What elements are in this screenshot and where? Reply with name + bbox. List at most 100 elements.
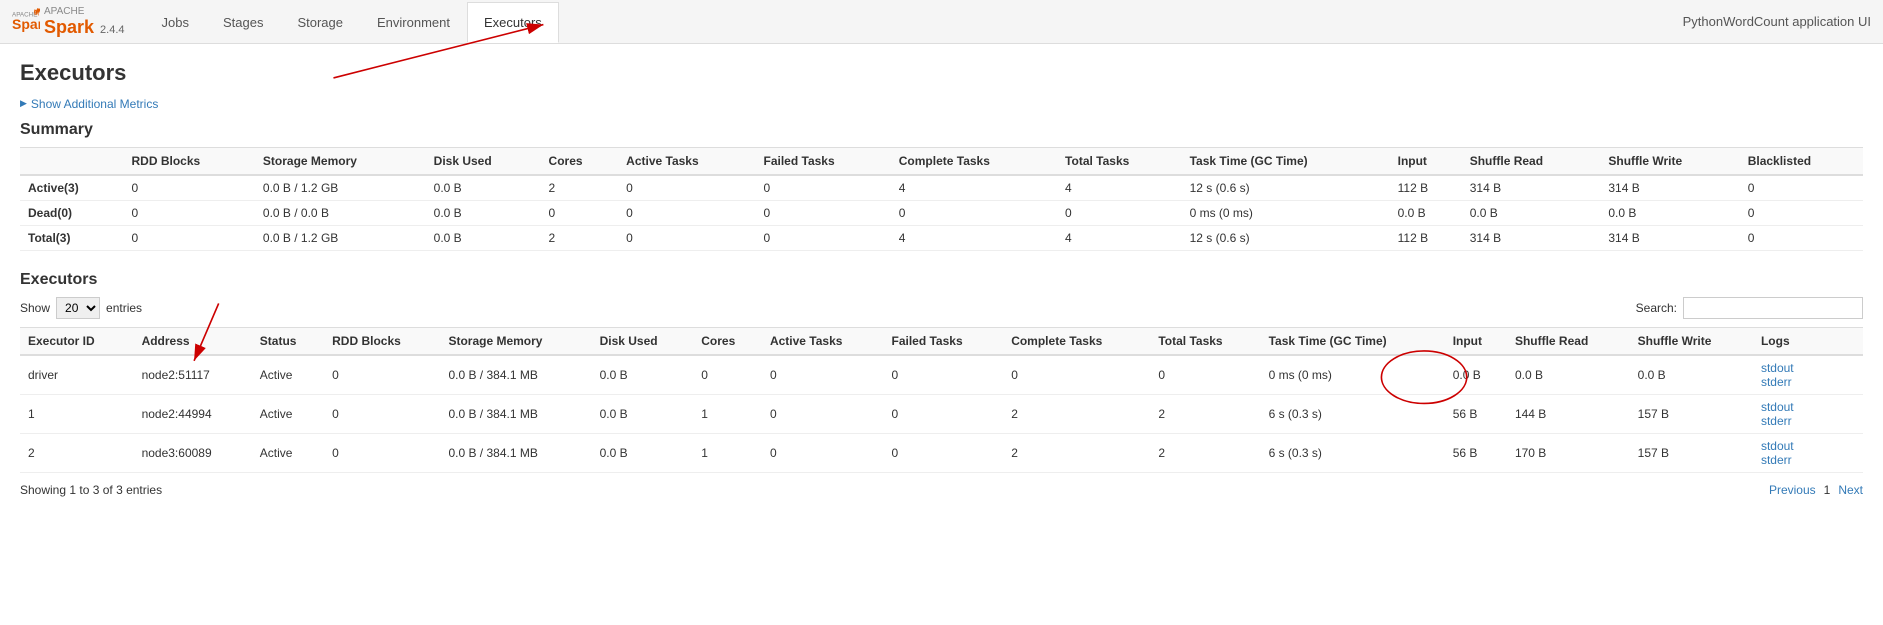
summary-cell: 2 — [541, 175, 619, 201]
executor-header-address: Address — [134, 327, 252, 355]
svg-text:Spark: Spark — [12, 16, 40, 32]
executor-cell: node2:51117 — [134, 355, 252, 395]
summary-cell: 0 — [618, 200, 755, 225]
summary-cell: 0 — [1740, 175, 1863, 201]
summary-cell: 4 — [891, 225, 1057, 250]
executors-section: Executors Show 20 entries Search: — [20, 271, 1863, 497]
executor-header-storage: Storage Memory — [440, 327, 591, 355]
summary-cell: Total(3) — [20, 225, 123, 250]
executor-cell: Active — [252, 355, 324, 395]
stderr-link[interactable]: stderr — [1761, 414, 1792, 428]
stderr-link[interactable]: stderr — [1761, 375, 1792, 389]
navbar: APACHE Spark APACHE Spark 2.4.4 Jobs Sta… — [0, 0, 1883, 44]
executor-cell: 157 B — [1630, 394, 1753, 433]
search-box: Search: — [1636, 297, 1863, 319]
executor-header-shuffle-write: Shuffle Write — [1630, 327, 1753, 355]
executor-table: Executor ID Address Status RDD Blocks St… — [20, 327, 1863, 473]
summary-cell: 0 — [541, 200, 619, 225]
stdout-link[interactable]: stdout — [1761, 361, 1794, 375]
summary-header-shuffle-read: Shuffle Read — [1462, 147, 1601, 175]
executor-cell: 0 — [1003, 355, 1150, 395]
executor-header-task-time: Task Time (GC Time) — [1261, 327, 1445, 355]
nav-storage[interactable]: Storage — [280, 2, 360, 43]
brand: APACHE Spark APACHE Spark 2.4.4 — [12, 6, 125, 38]
stdout-link[interactable]: stdout — [1761, 400, 1794, 414]
nav-jobs[interactable]: Jobs — [145, 2, 206, 43]
show-additional-metrics-link[interactable]: Show Additional Metrics — [20, 97, 158, 111]
executor-cell: Active — [252, 433, 324, 472]
summary-cell: 112 B — [1390, 175, 1462, 201]
summary-header-task-time: Task Time (GC Time) — [1182, 147, 1390, 175]
executor-cell: 6 s (0.3 s) — [1261, 433, 1445, 472]
entries-select[interactable]: 20 — [56, 297, 100, 319]
stderr-link[interactable]: stderr — [1761, 453, 1792, 467]
summary-row: Active(3)00.0 B / 1.2 GB0.0 B2004412 s (… — [20, 175, 1863, 201]
current-page: 1 — [1824, 483, 1831, 497]
executor-header-id: Executor ID — [20, 327, 134, 355]
executor-cell: 0 — [324, 355, 440, 395]
summary-cell: 0 — [1740, 200, 1863, 225]
logs-cell: stdoutstderr — [1753, 433, 1863, 472]
executor-cell: 2 — [20, 433, 134, 472]
executor-cell: 0.0 B — [592, 355, 694, 395]
search-label: Search: — [1636, 301, 1677, 315]
executor-cell: 1 — [20, 394, 134, 433]
executor-cell: 0 — [324, 433, 440, 472]
next-button[interactable]: Next — [1838, 483, 1863, 497]
summary-header-failed-tasks: Failed Tasks — [756, 147, 891, 175]
executor-cell: 144 B — [1507, 394, 1630, 433]
executor-cell: 0.0 B — [592, 394, 694, 433]
stdout-link[interactable]: stdout — [1761, 439, 1794, 453]
summary-cell: 0.0 B — [426, 200, 541, 225]
nav-links: Jobs Stages Storage Environment Executor… — [145, 2, 1683, 42]
previous-button[interactable]: Previous — [1769, 483, 1816, 497]
summary-section: Summary RDD Blocks Storage Memory Disk U… — [20, 121, 1863, 251]
summary-cell: 0 — [123, 200, 254, 225]
summary-cell: 0 — [123, 225, 254, 250]
executor-cell: 1 — [693, 394, 762, 433]
executor-cell: 0 — [693, 355, 762, 395]
executor-header-input: Input — [1445, 327, 1507, 355]
executor-header-shuffle-read: Shuffle Read — [1507, 327, 1630, 355]
content: Executors Show Additional Metrics Summar… — [0, 44, 1883, 513]
logs-cell: stdoutstderr — [1753, 394, 1863, 433]
summary-row: Dead(0)00.0 B / 0.0 B0.0 B000000 ms (0 m… — [20, 200, 1863, 225]
summary-cell: 4 — [1057, 175, 1182, 201]
summary-cell: 0.0 B — [1462, 200, 1601, 225]
summary-cell: 0 — [756, 225, 891, 250]
table-footer: Showing 1 to 3 of 3 entries Previous 1 N… — [20, 483, 1863, 497]
summary-cell: 0 — [123, 175, 254, 201]
executor-row: 2node3:60089Active00.0 B / 384.1 MB0.0 B… — [20, 433, 1863, 472]
executor-cell: 0 — [883, 355, 1003, 395]
nav-environment[interactable]: Environment — [360, 2, 467, 43]
executor-cell: 0.0 B — [1445, 355, 1507, 395]
executor-cell: 0.0 B — [1630, 355, 1753, 395]
executor-cell: 0 — [762, 355, 884, 395]
summary-header-disk: Disk Used — [426, 147, 541, 175]
summary-cell: 4 — [891, 175, 1057, 201]
summary-cell: 314 B — [1600, 225, 1739, 250]
executor-cell: 0 — [762, 433, 884, 472]
showing-text: Showing 1 to 3 of 3 entries — [20, 483, 162, 497]
summary-title: Summary — [20, 121, 1863, 139]
executor-header-active-tasks: Active Tasks — [762, 327, 884, 355]
summary-header-complete-tasks: Complete Tasks — [891, 147, 1057, 175]
summary-row: Total(3)00.0 B / 1.2 GB0.0 B2004412 s (0… — [20, 225, 1863, 250]
executor-cell: 2 — [1003, 433, 1150, 472]
nav-stages[interactable]: Stages — [206, 2, 280, 43]
summary-cell: 0 — [618, 175, 755, 201]
executor-cell: 0 — [883, 433, 1003, 472]
executor-header-failed-tasks: Failed Tasks — [883, 327, 1003, 355]
summary-header-rdd: RDD Blocks — [123, 147, 254, 175]
executor-cell: driver — [20, 355, 134, 395]
nav-executors[interactable]: Executors — [467, 2, 559, 43]
search-input[interactable] — [1683, 297, 1863, 319]
page-title: Executors — [20, 60, 1863, 86]
summary-cell: Dead(0) — [20, 200, 123, 225]
executor-cell: 2 — [1150, 394, 1260, 433]
executor-row: drivernode2:51117Active00.0 B / 384.1 MB… — [20, 355, 1863, 395]
summary-cell: 0.0 B — [1600, 200, 1739, 225]
executor-cell: node2:44994 — [134, 394, 252, 433]
summary-cell: 2 — [541, 225, 619, 250]
summary-header-cores: Cores — [541, 147, 619, 175]
